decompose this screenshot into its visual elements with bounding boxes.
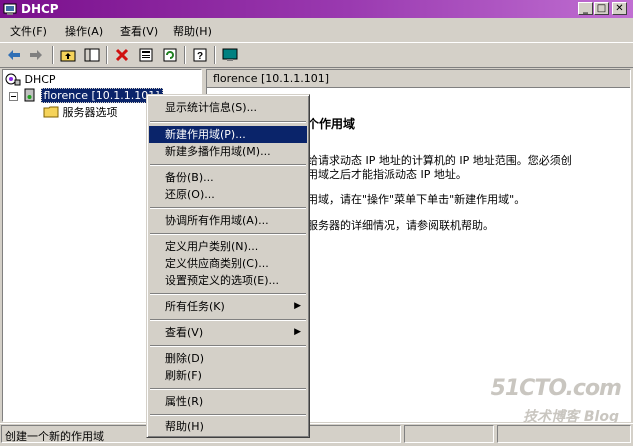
folder-up-icon <box>60 50 76 62</box>
menu-separator <box>150 293 306 295</box>
menu-separator <box>150 388 306 390</box>
menu-view[interactable]: 查看(V) <box>120 23 158 39</box>
back-arrow-icon <box>8 50 20 60</box>
dhcp-app-icon <box>3 3 17 15</box>
menu-new-multicast-scope[interactable]: 新建多播作用域(M)... <box>149 143 307 160</box>
tree-server-label: florence [10.1.1.101] <box>40 88 163 103</box>
refresh-icon <box>163 48 177 62</box>
menu-help[interactable]: 帮助(H) <box>149 418 307 435</box>
details-text-line: 用域，请在"操作"菜单下单击"新建作用域"。 <box>307 193 526 206</box>
toolbar-separator <box>184 46 186 64</box>
help-icon: ? <box>193 48 207 62</box>
menu-delete[interactable]: 删除(D) <box>149 350 307 367</box>
status-pane <box>404 425 494 443</box>
menu-action[interactable]: 操作(A) <box>65 23 103 39</box>
server-icon <box>24 88 35 102</box>
menu-set-predefined-options[interactable]: 设置预定义的选项(E)... <box>149 272 307 289</box>
tree-server-options[interactable]: 服务器选项 <box>43 104 118 120</box>
menu-separator <box>150 414 306 416</box>
menu-all-tasks[interactable]: 所有任务(K) ▶ <box>149 298 307 315</box>
menu-separator <box>150 207 306 209</box>
submenu-arrow-icon: ▶ <box>294 301 301 311</box>
tree-server-options-label: 服务器选项 <box>62 106 118 119</box>
menu-view-label: 查看(V) <box>165 326 204 339</box>
menu-separator <box>150 164 306 166</box>
tree-expander-icon[interactable] <box>9 91 18 104</box>
menu-show-statistics[interactable]: 显示统计信息(S)... <box>149 99 307 116</box>
tree-root-label: DHCP <box>24 73 56 86</box>
menu-define-vendor-classes[interactable]: 定义供应商类别(C)... <box>149 255 307 272</box>
properties-icon <box>139 48 153 62</box>
toolbar-separator <box>52 46 54 64</box>
menu-refresh[interactable]: 刷新(F) <box>149 367 307 384</box>
tree-root-dhcp[interactable]: DHCP <box>5 72 56 86</box>
title-bar: DHCP _ □ ✕ <box>0 0 633 18</box>
menu-backup[interactable]: 备份(B)... <box>149 169 307 186</box>
minimize-button[interactable]: _ <box>578 2 593 15</box>
up-one-level-button[interactable] <box>58 46 78 64</box>
dhcp-icon <box>5 73 21 86</box>
menu-separator <box>150 345 306 347</box>
server-console-button[interactable] <box>220 46 240 64</box>
details-text-line: 用域之后才能指派动态 IP 地址。 <box>307 168 467 181</box>
status-pane <box>497 425 631 443</box>
context-menu: 显示统计信息(S)... 新建作用域(P)... 新建多播作用域(M)... 备… <box>146 94 310 438</box>
refresh-button[interactable] <box>160 46 180 64</box>
menu-all-tasks-label: 所有任务(K) <box>165 300 225 313</box>
toolbar-separator <box>214 46 216 64</box>
details-header: florence [10.1.1.101] <box>207 70 630 88</box>
menu-separator <box>150 319 306 321</box>
window-title: DHCP <box>21 2 59 16</box>
show-hide-tree-button[interactable] <box>82 46 102 64</box>
forward-arrow-icon <box>30 50 42 60</box>
folder-icon <box>43 106 59 118</box>
tree-server-node[interactable]: florence [10.1.1.101] <box>23 88 163 103</box>
menu-file[interactable]: 文件(F) <box>10 23 47 39</box>
details-text-line: 服务器的详细情况，请参阅联机帮助。 <box>307 219 494 232</box>
menu-view[interactable]: 查看(V) ▶ <box>149 324 307 341</box>
help-button[interactable]: ? <box>190 46 210 64</box>
menu-new-scope[interactable]: 新建作用域(P)... <box>149 126 307 143</box>
properties-button[interactable] <box>136 46 156 64</box>
menu-define-user-classes[interactable]: 定义用户类别(N)... <box>149 238 307 255</box>
details-heading: 个作用域 <box>307 117 356 131</box>
delete-x-icon <box>115 48 129 62</box>
menu-restore[interactable]: 还原(O)... <box>149 186 307 203</box>
toolbar: ? <box>0 42 633 68</box>
status-bar: 创建一个新的作用域 <box>0 423 633 446</box>
back-button[interactable] <box>4 46 24 64</box>
menu-properties[interactable]: 属性(R) <box>149 393 307 410</box>
monitor-icon <box>222 48 238 61</box>
watermark-logo: 51CTO.com <box>490 376 622 401</box>
menu-separator <box>150 233 306 235</box>
menu-reconcile-all-scopes[interactable]: 协调所有作用域(A)... <box>149 212 307 229</box>
menu-help[interactable]: 帮助(H) <box>173 23 212 39</box>
toolbar-separator <box>106 46 108 64</box>
close-button[interactable]: ✕ <box>612 2 627 15</box>
menu-bar: 文件(F) 操作(A) 查看(V) 帮助(H) <box>0 19 633 41</box>
delete-button[interactable] <box>112 46 132 64</box>
submenu-arrow-icon: ▶ <box>294 327 301 337</box>
maximize-button[interactable]: □ <box>594 2 609 15</box>
svg-text:?: ? <box>197 51 203 62</box>
console-tree-icon <box>84 48 100 62</box>
menu-separator <box>150 121 306 123</box>
forward-button[interactable] <box>26 46 46 64</box>
